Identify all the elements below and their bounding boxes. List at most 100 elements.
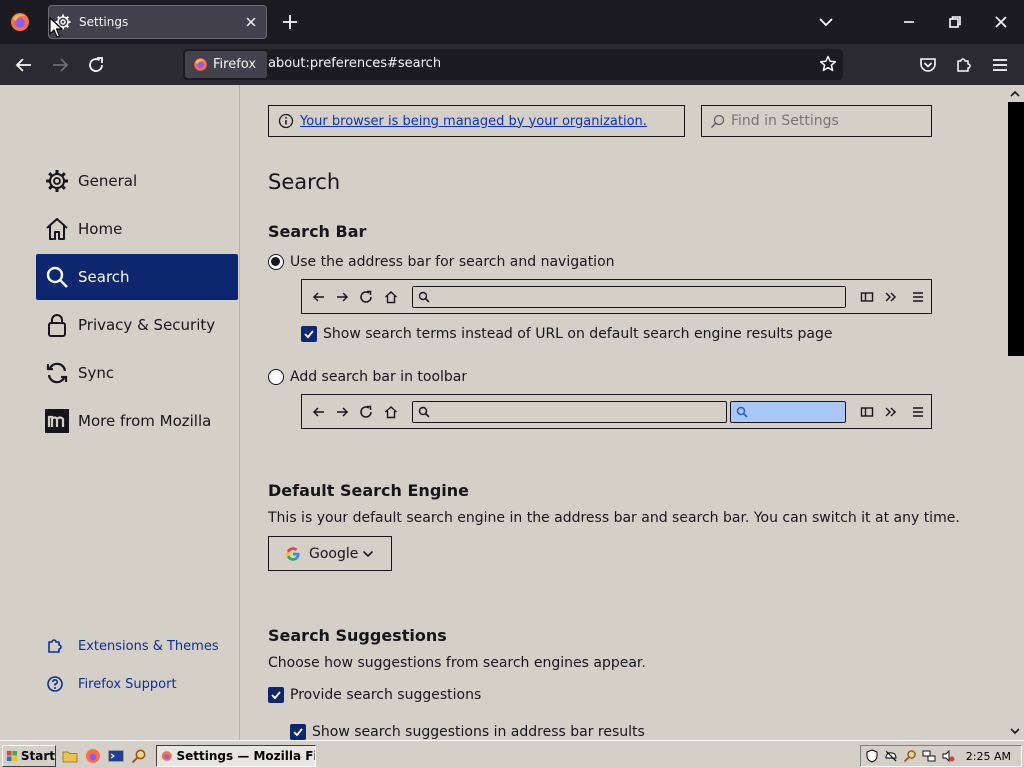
- checkbox[interactable]: [290, 724, 306, 740]
- search-icon: [711, 114, 725, 128]
- default-engine-dropdown[interactable]: Google: [268, 536, 392, 571]
- identity-label: Firefox: [213, 57, 257, 72]
- chevron-down-icon: [363, 550, 374, 557]
- identity-box[interactable]: Firefox: [185, 51, 267, 78]
- puzzle-icon: [957, 58, 971, 72]
- firefox-support-link[interactable]: Firefox Support: [46, 675, 177, 693]
- mozilla-icon: [45, 409, 69, 433]
- shield-icon[interactable]: [865, 749, 879, 763]
- scroll-up-arrow-icon[interactable]: [1010, 89, 1020, 99]
- search-icon: [418, 406, 430, 418]
- arrow-right-icon: [53, 58, 69, 72]
- sidebar-item-label: Search: [78, 268, 130, 286]
- terminal-icon[interactable]: [108, 748, 124, 764]
- new-tab-plus-icon[interactable]: [281, 13, 299, 31]
- reload-icon: [89, 57, 103, 72]
- sidebar-item-sync[interactable]: Sync: [36, 350, 238, 396]
- reload-button[interactable]: [85, 54, 107, 76]
- home-icon: [385, 406, 397, 419]
- checkbox[interactable]: [268, 687, 284, 703]
- sidebar-item-more-from-mozilla[interactable]: More from Mozilla: [36, 398, 238, 444]
- hamburger-menu-icon: [993, 59, 1007, 71]
- preview-url-field: [412, 286, 846, 308]
- vertical-scrollbar[interactable]: [1006, 85, 1024, 740]
- close-icon[interactable]: [244, 15, 258, 29]
- search-icon: [46, 266, 68, 288]
- checkbox-suggestions-address-bar[interactable]: Show search suggestions in address bar r…: [290, 724, 645, 740]
- search-suggestions-description: Choose how suggestions from search engin…: [268, 655, 646, 671]
- address-bar[interactable]: Firefox about:preferences#search: [183, 49, 843, 80]
- firefox-logo-icon[interactable]: [85, 748, 101, 764]
- magnifier-icon[interactable]: [903, 749, 917, 763]
- arrow-left-icon: [312, 292, 324, 302]
- sidebar-link-label: Extensions & Themes: [78, 638, 219, 654]
- scrollbar-thumb[interactable]: [1008, 102, 1024, 356]
- taskbar-item-label: Settings — Mozilla Fire...: [176, 749, 315, 763]
- checkbox-show-search-terms[interactable]: Show search terms instead of URL on defa…: [301, 326, 833, 342]
- puzzle-icon: [48, 639, 62, 653]
- radio-address-bar[interactable]: Use the address bar for search and navig…: [268, 254, 615, 270]
- radio-search-bar-toolbar[interactable]: Add search bar in toolbar: [268, 369, 467, 385]
- radio-button[interactable]: [268, 369, 284, 385]
- sidebar-icon: [860, 292, 874, 302]
- sidebar-item-privacy-security[interactable]: Privacy & Security: [36, 302, 238, 348]
- sidebar-item-general[interactable]: General: [36, 158, 238, 204]
- network-offline-icon[interactable]: [884, 749, 898, 763]
- policy-link[interactable]: Your browser is being managed by your or…: [300, 114, 647, 129]
- info-icon: [278, 113, 294, 129]
- scroll-down-arrow-icon[interactable]: [1010, 726, 1020, 736]
- policy-notice: Your browser is being managed by your or…: [268, 105, 685, 137]
- network-icon[interactable]: [922, 749, 936, 763]
- arrow-left-icon: [15, 58, 31, 72]
- mouse-cursor-icon: [49, 17, 63, 38]
- forward-button[interactable]: [49, 54, 71, 76]
- taskbar-item-firefox[interactable]: Settings — Mozilla Fire...: [156, 745, 316, 767]
- checkbox[interactable]: [301, 326, 317, 342]
- url-text[interactable]: about:preferences#search: [268, 56, 441, 71]
- app-menu-button[interactable]: [989, 54, 1011, 76]
- sidebar-item-home[interactable]: Home: [36, 206, 238, 252]
- checkbox-label: Show search terms instead of URL on defa…: [323, 326, 833, 342]
- folder-icon[interactable]: [62, 748, 78, 764]
- checkbox-label: Provide search suggestions: [290, 687, 482, 703]
- firefox-logo-icon: [194, 58, 207, 71]
- sidebar-item-label: Home: [78, 220, 123, 238]
- back-button[interactable]: [13, 54, 35, 76]
- checkmark-icon: [271, 691, 281, 700]
- pocket-button[interactable]: [917, 54, 939, 76]
- radio-button[interactable]: [268, 254, 284, 270]
- close-icon: [995, 16, 1007, 28]
- find-in-settings[interactable]: [701, 105, 932, 137]
- magnifier-icon[interactable]: [131, 748, 147, 764]
- checkbox-label: Show search suggestions in address bar r…: [312, 724, 645, 740]
- start-button[interactable]: Start: [2, 745, 56, 767]
- minimize-button[interactable]: [886, 0, 932, 44]
- radio-label: Add search bar in toolbar: [290, 369, 468, 385]
- sidebar-item-search[interactable]: Search: [36, 254, 238, 300]
- restore-button[interactable]: [932, 0, 978, 44]
- extensions-button[interactable]: [953, 54, 975, 76]
- tab-settings[interactable]: Settings: [48, 5, 267, 39]
- start-label: Start: [20, 749, 55, 763]
- bookmark-star-icon[interactable]: [819, 55, 837, 73]
- gear-icon: [46, 170, 68, 192]
- system-tray: 2:25 AM: [860, 745, 1022, 767]
- chevron-down-icon[interactable]: [818, 14, 834, 30]
- arrow-right-icon: [337, 407, 349, 417]
- close-window-button[interactable]: [978, 0, 1024, 44]
- search-bar-heading: Search Bar: [268, 222, 367, 241]
- extensions-themes-link[interactable]: Extensions & Themes: [46, 637, 219, 655]
- reload-icon: [360, 405, 372, 418]
- navigation-toolbar: Firefox about:preferences#search: [0, 44, 1024, 85]
- sidebar-icon: [860, 407, 874, 417]
- sync-icon: [46, 362, 68, 384]
- arrow-left-icon: [312, 407, 324, 417]
- volume-muted-icon[interactable]: [941, 749, 955, 763]
- find-in-settings-input[interactable]: [731, 113, 921, 129]
- tab-strip: Settings: [0, 0, 1024, 44]
- firefox-logo-icon[interactable]: [8, 10, 32, 34]
- search-icon: [418, 291, 430, 303]
- checkbox-provide-suggestions[interactable]: Provide search suggestions: [268, 687, 481, 703]
- tab-title: Settings: [79, 15, 129, 29]
- default-engine-description: This is your default search engine in th…: [268, 510, 960, 526]
